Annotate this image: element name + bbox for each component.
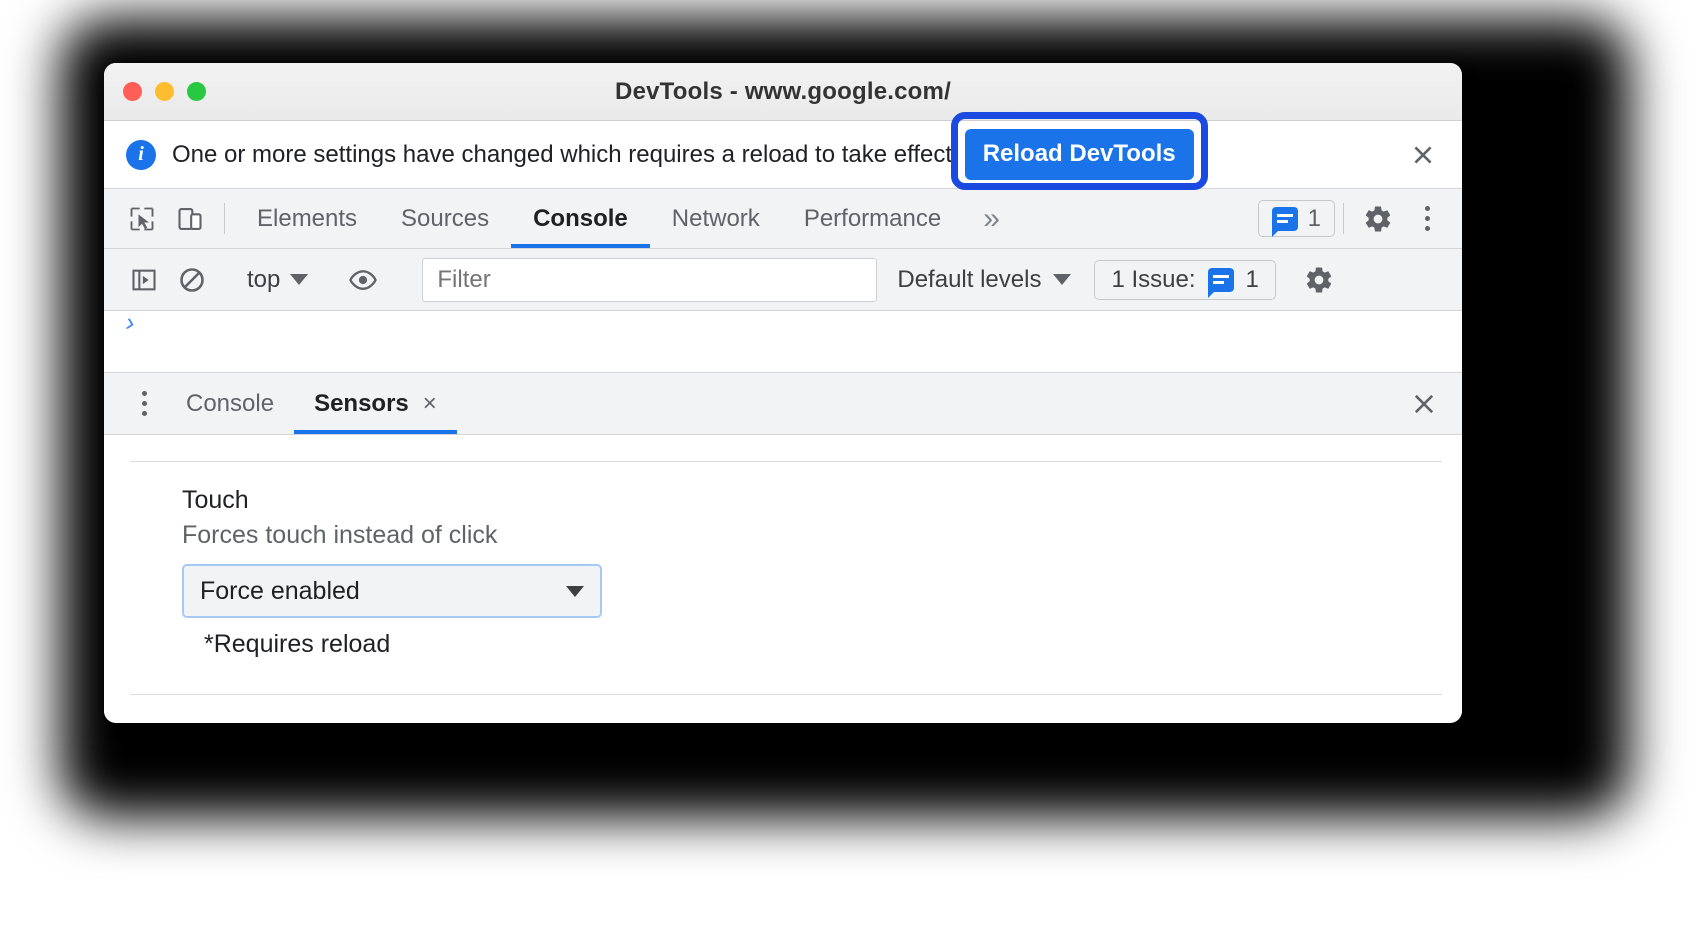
touch-mode-select[interactable]: Device-based Force enabled bbox=[182, 564, 602, 618]
issue-bubble-icon bbox=[1271, 206, 1298, 237]
toolbar-divider bbox=[1343, 203, 1344, 234]
page-backdrop: DevTools - www.google.com/ i One or more… bbox=[0, 0, 1698, 936]
window-title: DevTools - www.google.com/ bbox=[615, 77, 951, 105]
devtools-settings-button[interactable] bbox=[1352, 189, 1404, 248]
execution-context-label: top bbox=[247, 265, 281, 293]
log-levels-label: Default levels bbox=[897, 265, 1042, 293]
console-sidebar-icon bbox=[132, 269, 156, 290]
more-tabs-button[interactable]: » bbox=[963, 189, 1020, 248]
execution-context-selector[interactable]: top bbox=[237, 266, 318, 294]
info-icon: i bbox=[126, 139, 156, 170]
close-icon bbox=[1414, 145, 1432, 164]
tab-elements[interactable]: Elements bbox=[235, 189, 379, 248]
touch-select-wrapper: Device-based Force enabled bbox=[182, 564, 602, 618]
console-toolbar: top Default levels 1 Issue: 1 bbox=[104, 249, 1462, 311]
issue-count: 1 bbox=[1245, 265, 1259, 293]
toolbar-divider bbox=[224, 203, 225, 234]
console-filter-input[interactable] bbox=[422, 257, 878, 302]
gear-icon bbox=[1365, 206, 1391, 231]
live-expression-button[interactable] bbox=[339, 265, 387, 295]
clear-console-button[interactable] bbox=[168, 266, 216, 294]
close-sensors-tab-button[interactable]: × bbox=[423, 390, 437, 418]
drawer-tabbar: Console Sensors × bbox=[104, 373, 1462, 435]
gear-icon bbox=[1306, 267, 1332, 292]
sensors-panel: Touch Forces touch instead of click Devi… bbox=[104, 461, 1462, 713]
reload-button-wrapper: Reload DevTools bbox=[950, 112, 1208, 190]
kebab-dot bbox=[1424, 216, 1430, 221]
drawer-tab-label: Console bbox=[186, 389, 275, 417]
console-prompt-caret-icon: › bbox=[123, 306, 138, 338]
clear-console-icon bbox=[180, 267, 204, 292]
drawer-tab-label: Sensors bbox=[314, 389, 409, 417]
tab-network[interactable]: Network bbox=[650, 189, 782, 248]
console-sidebar-toggle[interactable] bbox=[120, 266, 168, 294]
section-divider bbox=[130, 694, 1442, 695]
issues-counter-button[interactable]: 1 bbox=[1257, 200, 1335, 237]
drawer-menu-button[interactable] bbox=[122, 373, 166, 434]
main-tabbar: Elements Sources Console Network Perform… bbox=[104, 189, 1462, 249]
touch-section-title: Touch bbox=[182, 486, 249, 514]
touch-section: Touch Forces touch instead of click Devi… bbox=[104, 462, 1462, 659]
chevron-down-icon bbox=[1053, 274, 1072, 285]
inspect-cursor-icon bbox=[130, 207, 154, 230]
window-titlebar: DevTools - www.google.com/ bbox=[104, 63, 1462, 121]
issues-count: 1 bbox=[1307, 204, 1321, 232]
requires-reload-note: *Requires reload bbox=[204, 630, 391, 658]
reload-notification-bar: i One or more settings have changed whic… bbox=[104, 112, 1462, 190]
kebab-dot bbox=[141, 391, 147, 396]
kebab-dot bbox=[1424, 226, 1430, 231]
close-notification-button[interactable] bbox=[1406, 138, 1440, 172]
inspect-element-button[interactable] bbox=[118, 189, 166, 248]
notification-message: One or more settings have changed which … bbox=[172, 140, 959, 168]
tab-console[interactable]: Console bbox=[511, 189, 650, 248]
tab-performance[interactable]: Performance bbox=[782, 189, 963, 248]
live-expression-icon bbox=[349, 269, 378, 290]
drawer-tab-console[interactable]: Console bbox=[166, 373, 294, 434]
tabbar-spacer bbox=[1020, 189, 1258, 248]
kebab-dot bbox=[141, 411, 147, 416]
console-issues-button[interactable]: 1 Issue: 1 bbox=[1094, 259, 1276, 300]
devtools-window: DevTools - www.google.com/ i One or more… bbox=[104, 63, 1462, 723]
kebab-dot bbox=[1424, 206, 1430, 211]
close-drawer-button[interactable] bbox=[1406, 386, 1442, 422]
close-icon bbox=[1414, 394, 1434, 413]
devtools-main-menu-button[interactable] bbox=[1404, 189, 1450, 248]
console-output-area[interactable]: › bbox=[104, 306, 1462, 373]
drawer-tab-sensors[interactable]: Sensors × bbox=[294, 373, 457, 434]
toggle-device-toolbar-button[interactable] bbox=[166, 189, 214, 248]
issue-bubble-icon bbox=[1207, 267, 1234, 298]
reload-devtools-button[interactable]: Reload DevTools bbox=[964, 129, 1194, 180]
issue-label: 1 Issue: bbox=[1111, 265, 1196, 293]
console-settings-button[interactable] bbox=[1293, 265, 1345, 295]
device-toolbar-icon bbox=[178, 207, 202, 230]
log-levels-selector[interactable]: Default levels bbox=[897, 265, 1072, 294]
tab-sources[interactable]: Sources bbox=[379, 189, 511, 248]
chevron-down-icon bbox=[290, 274, 309, 285]
kebab-dot bbox=[141, 401, 147, 406]
touch-section-description: Forces touch instead of click bbox=[182, 521, 498, 549]
